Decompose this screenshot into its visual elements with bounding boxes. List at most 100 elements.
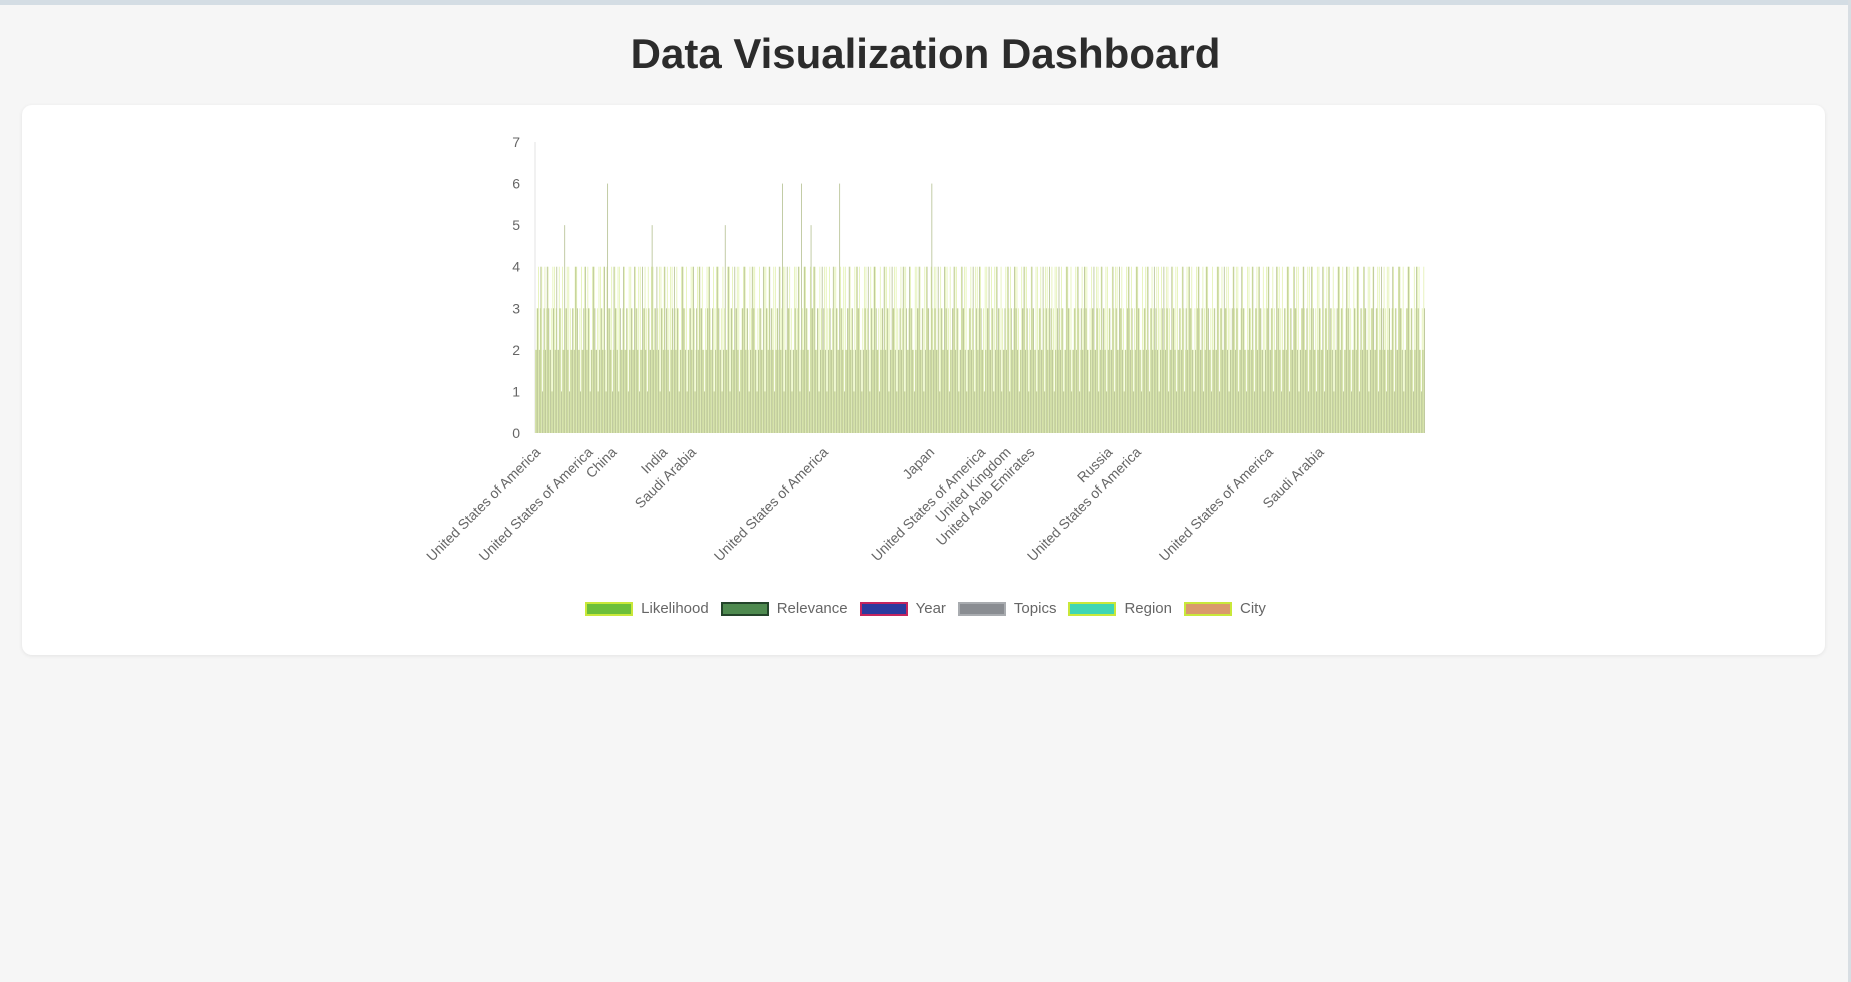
bar-likelihood[interactable]: [647, 266, 649, 433]
bar-likelihood[interactable]: [574, 266, 576, 433]
bar-relevance[interactable]: [1393, 391, 1395, 433]
bar-likelihood[interactable]: [786, 349, 787, 433]
bar-likelihood[interactable]: [1005, 266, 1007, 433]
bar-likelihood[interactable]: [760, 308, 762, 433]
bar-likelihood[interactable]: [589, 308, 590, 433]
bar-relevance[interactable]: [1265, 349, 1266, 433]
bar-relevance[interactable]: [567, 349, 569, 433]
bar-likelihood[interactable]: [1016, 266, 1018, 433]
bar-likelihood[interactable]: [1299, 349, 1301, 433]
bar-relevance[interactable]: [694, 391, 696, 433]
bar-relevance[interactable]: [762, 266, 764, 433]
bar-likelihood[interactable]: [999, 308, 1000, 433]
bar-likelihood[interactable]: [1019, 349, 1021, 433]
bar-likelihood[interactable]: [811, 308, 813, 433]
bar-likelihood[interactable]: [728, 266, 730, 433]
bar-relevance[interactable]: [761, 349, 763, 433]
bar-relevance[interactable]: [961, 266, 963, 433]
bar-likelihood[interactable]: [1386, 266, 1388, 433]
bar-likelihood[interactable]: [1256, 266, 1258, 433]
bar-likelihood[interactable]: [684, 308, 686, 433]
bar-relevance[interactable]: [1088, 391, 1090, 433]
bar-likelihood[interactable]: [643, 308, 644, 433]
bar-relevance[interactable]: [705, 349, 707, 433]
bar-relevance[interactable]: [1200, 349, 1201, 433]
bar-relevance[interactable]: [974, 391, 976, 433]
bar-relevance[interactable]: [1316, 391, 1317, 433]
bar-relevance[interactable]: [851, 308, 853, 433]
bar-likelihood[interactable]: [673, 349, 675, 433]
bar-relevance[interactable]: [879, 391, 880, 433]
bar-likelihood[interactable]: [660, 266, 662, 433]
bar-likelihood[interactable]: [1235, 266, 1237, 433]
bar-relevance[interactable]: [1351, 391, 1352, 433]
bar-relevance[interactable]: [1082, 349, 1084, 433]
bar-relevance[interactable]: [939, 391, 941, 433]
bar-likelihood[interactable]: [1355, 308, 1356, 433]
bar-relevance[interactable]: [1382, 308, 1384, 433]
bar-likelihood[interactable]: [666, 266, 668, 433]
bar-likelihood[interactable]: [738, 266, 740, 433]
bar-relevance[interactable]: [569, 391, 570, 433]
bar-likelihood[interactable]: [1102, 349, 1104, 433]
bar-likelihood[interactable]: [1318, 266, 1320, 433]
bar-relevance[interactable]: [864, 308, 866, 433]
bar-relevance[interactable]: [550, 349, 551, 433]
bar-likelihood[interactable]: [668, 308, 670, 433]
bar-likelihood[interactable]: [717, 266, 719, 433]
bar-likelihood[interactable]: [1185, 349, 1186, 433]
bar-likelihood[interactable]: [1407, 266, 1409, 433]
bar-relevance[interactable]: [656, 266, 658, 433]
bar-likelihood[interactable]: [644, 266, 646, 433]
bar-likelihood[interactable]: [614, 266, 616, 433]
bar-likelihood[interactable]: [994, 266, 996, 433]
bar-likelihood[interactable]: [884, 266, 886, 433]
bar-relevance[interactable]: [821, 266, 823, 433]
bar-likelihood[interactable]: [751, 308, 752, 433]
bar-relevance[interactable]: [778, 266, 780, 433]
bar-relevance[interactable]: [728, 266, 729, 433]
bar-likelihood[interactable]: [1250, 308, 1251, 433]
bar-relevance[interactable]: [1107, 349, 1109, 433]
bar-relevance[interactable]: [542, 391, 543, 433]
bar-likelihood[interactable]: [1413, 266, 1415, 433]
bar-relevance[interactable]: [1384, 349, 1386, 433]
bar-relevance[interactable]: [953, 266, 955, 433]
bar-relevance[interactable]: [1012, 349, 1014, 433]
bar-relevance[interactable]: [537, 308, 539, 433]
bar-likelihood[interactable]: [771, 308, 773, 433]
bar-relevance[interactable]: [804, 266, 806, 433]
bar-relevance[interactable]: [810, 225, 812, 433]
bar-likelihood[interactable]: [913, 349, 915, 433]
bar-likelihood[interactable]: [948, 308, 949, 433]
bar-likelihood[interactable]: [1364, 308, 1366, 433]
bar-likelihood[interactable]: [562, 266, 563, 433]
bar-relevance[interactable]: [1411, 308, 1413, 433]
bar-likelihood[interactable]: [1304, 308, 1305, 433]
bar-likelihood[interactable]: [965, 266, 967, 433]
bar-relevance[interactable]: [837, 349, 839, 433]
bar-likelihood[interactable]: [774, 266, 776, 433]
bar-relevance[interactable]: [894, 349, 896, 433]
bar-likelihood[interactable]: [1191, 266, 1193, 433]
bar-relevance[interactable]: [958, 391, 960, 433]
bar-likelihood[interactable]: [1305, 349, 1307, 433]
bar-likelihood[interactable]: [1224, 308, 1226, 433]
bar-relevance[interactable]: [1269, 349, 1271, 433]
bar-relevance[interactable]: [964, 349, 966, 433]
bar-likelihood[interactable]: [1402, 266, 1404, 433]
bar-likelihood[interactable]: [741, 308, 743, 433]
bar-likelihood[interactable]: [558, 266, 560, 433]
bar-relevance[interactable]: [1130, 349, 1131, 433]
bar-likelihood[interactable]: [547, 266, 549, 433]
bar-relevance[interactable]: [551, 391, 553, 433]
bar-relevance[interactable]: [820, 349, 821, 433]
bar-likelihood[interactable]: [970, 266, 972, 433]
bar-relevance[interactable]: [975, 308, 977, 433]
bar-likelihood[interactable]: [595, 349, 597, 433]
bar-relevance[interactable]: [1373, 266, 1375, 433]
bar-relevance[interactable]: [1126, 308, 1128, 433]
bar-relevance[interactable]: [708, 266, 710, 433]
bar-relevance[interactable]: [936, 349, 938, 433]
bar-likelihood[interactable]: [865, 266, 867, 433]
